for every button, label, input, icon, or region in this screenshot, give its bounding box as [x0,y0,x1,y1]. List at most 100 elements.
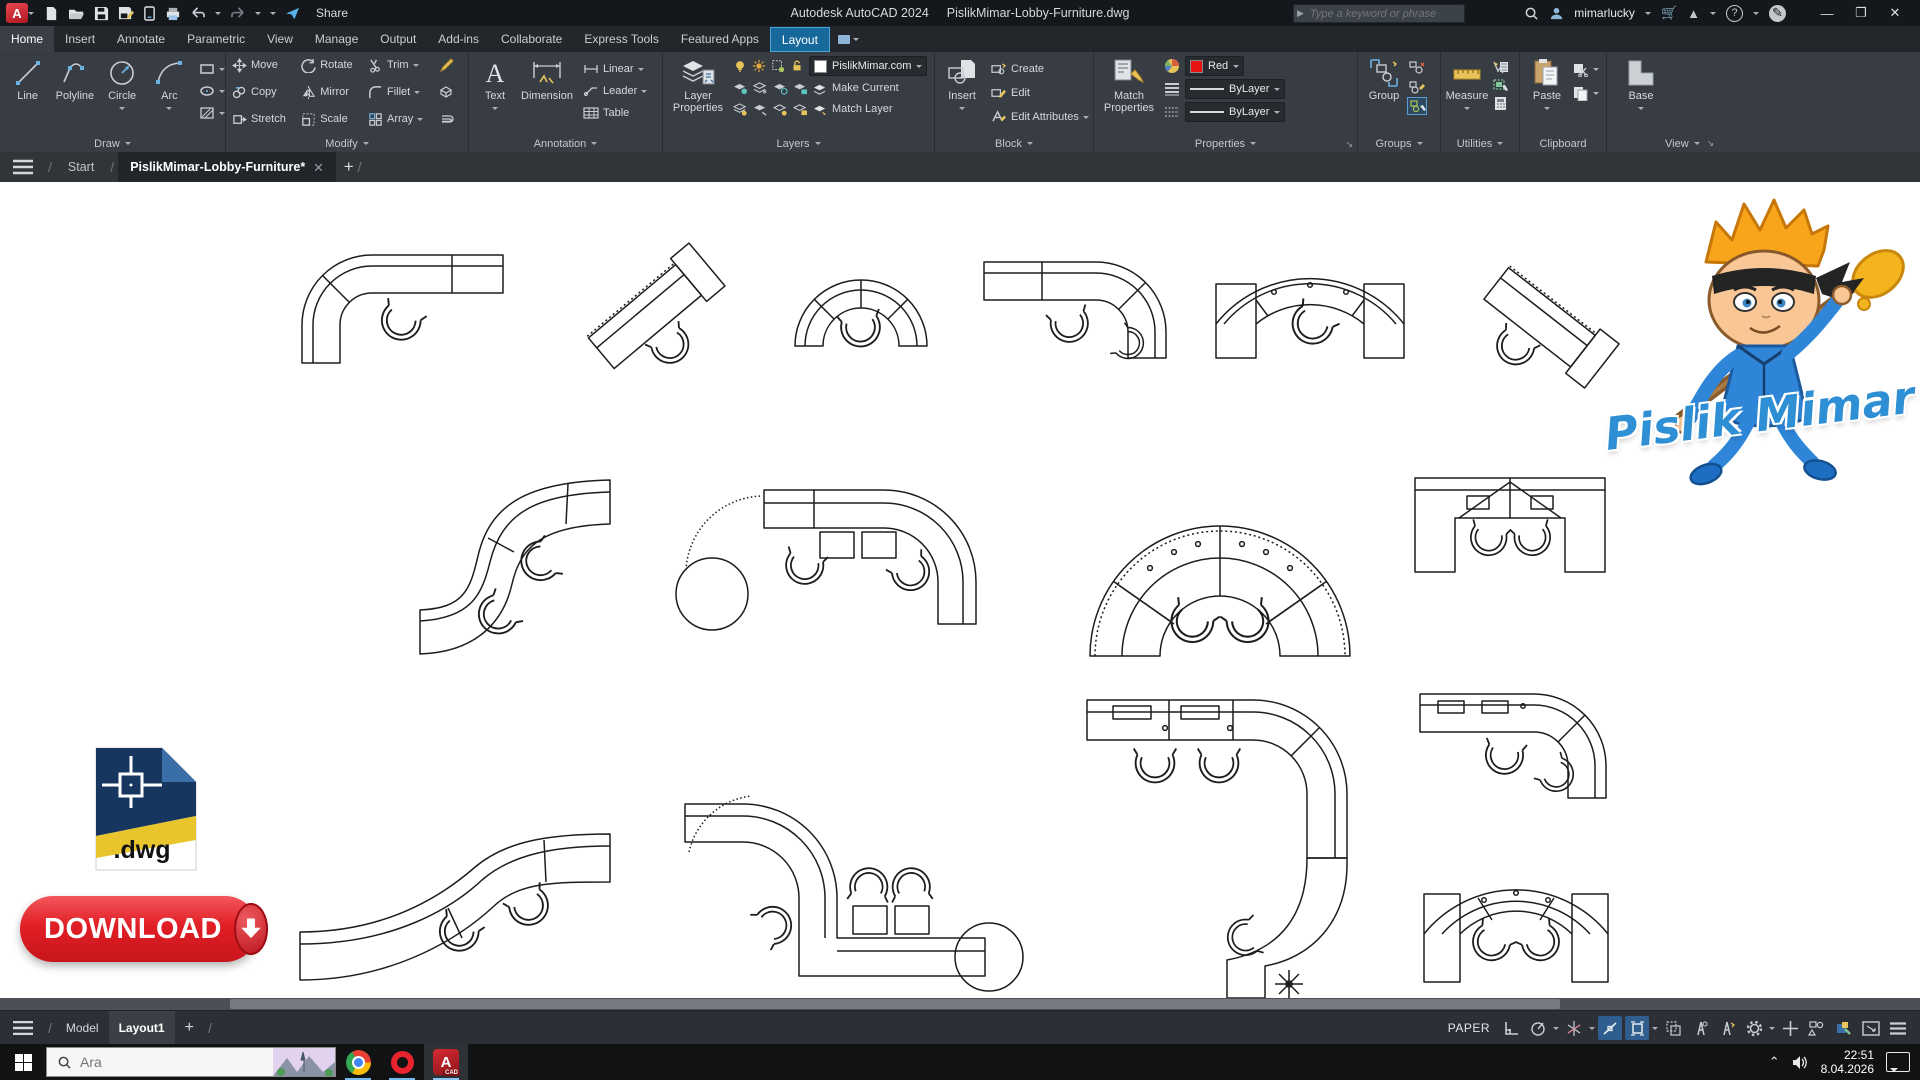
layout1-tab[interactable]: Layout1 [109,1011,175,1045]
rotate-button[interactable]: Rotate [301,56,360,74]
tab-view[interactable]: View [256,26,304,52]
match-properties-button[interactable]: Match Properties [1098,56,1160,114]
grid-display-toggle[interactable] [1499,1016,1523,1040]
leader-button[interactable]: Leader [583,82,647,100]
block-edit-button[interactable]: Edit [991,84,1089,102]
layer-on-bulb-icon[interactable] [733,59,747,73]
workspace-caret-icon[interactable] [1769,1027,1775,1033]
text-button[interactable]: A Text [475,56,515,113]
block-create-button[interactable]: Create [991,60,1089,78]
search-highlight-image[interactable] [273,1048,335,1076]
panel-view-footer[interactable]: View↘ [1607,135,1909,152]
app-menu-caret-icon[interactable] [28,12,34,18]
search-icon[interactable] [1524,6,1539,21]
object-snap-toggle[interactable] [1625,1016,1649,1040]
plot-icon[interactable] [165,6,181,21]
search-scope-arrow-icon[interactable]: ▶ [1297,8,1304,19]
dimension-button[interactable]: Dimension [515,56,579,102]
horizontal-scrollbar[interactable] [0,998,1920,1010]
ribbon-display-toggle[interactable] [838,26,859,52]
arc-button[interactable]: Arc [146,56,193,113]
osnap-tracking-toggle[interactable] [1598,1016,1622,1040]
tab-annotate[interactable]: Annotate [106,26,176,52]
paper-space-button[interactable]: PAPER [1448,1021,1490,1035]
clean-screen-toggle[interactable] [1859,1016,1883,1040]
layer-properties-button[interactable]: Layer Properties [667,56,729,114]
layer-dropdown[interactable]: PislikMimar.com [809,56,927,76]
group-button[interactable]: Group [1362,56,1406,102]
group-selection-toggle-icon[interactable] [1408,98,1426,114]
layer-fade-icon[interactable] [773,103,788,116]
taskbar-chrome-icon[interactable] [336,1044,380,1080]
workspace-gear-icon[interactable] [1742,1016,1766,1040]
panel-utilities-footer[interactable]: Utilities [1441,135,1519,152]
minimize-button[interactable]: — [1810,0,1844,26]
autodesk-icon[interactable]: ▲ [1687,6,1700,21]
layer-vpfreeze-icon[interactable] [773,82,788,95]
tab-featured-apps[interactable]: Featured Apps [670,26,770,52]
notification-center-icon[interactable] [1886,1052,1910,1072]
furniture-block[interactable] [795,280,927,350]
panel-draw-footer[interactable]: Draw [0,135,225,152]
copy-button[interactable]: Copy [232,83,293,101]
iso-caret-icon[interactable] [1589,1027,1595,1033]
furniture-block[interactable] [302,255,503,363]
furniture-block[interactable] [1415,478,1605,572]
save-icon[interactable] [94,6,109,21]
line-button[interactable]: Line [4,56,51,102]
help-icon[interactable]: ? [1726,5,1743,22]
make-current-button[interactable]: Make Current [813,79,899,97]
taskbar-search-field[interactable] [46,1047,336,1077]
furniture-block[interactable] [1090,526,1350,656]
isolate-objects-toggle[interactable] [1805,1016,1829,1040]
panel-block-footer[interactable]: Block [935,135,1093,152]
qat-customize-caret-icon[interactable] [270,12,276,18]
furniture-block[interactable] [676,490,976,630]
speaker-icon[interactable] [1792,1055,1809,1070]
furniture-block[interactable] [583,243,744,397]
crosshair-plus-icon[interactable] [1778,1016,1802,1040]
share-label[interactable]: Share [316,6,348,20]
app-store-cart-icon[interactable]: 🛒 [1661,5,1677,21]
edit-attributes-button[interactable]: Edit Attributes [991,108,1089,126]
layer-thaw-sun-icon[interactable] [752,59,766,73]
tab-home[interactable]: Home [0,26,54,52]
tab-layout[interactable]: Layout [770,27,830,52]
annotation-autoscale-toggle[interactable] [1715,1016,1739,1040]
drawing-canvas[interactable]: Pislik Mimar .dwg DOWNLOAD [0,182,1920,998]
user-caret-icon[interactable] [1645,12,1651,18]
furniture-block[interactable] [984,262,1166,365]
open-file-icon[interactable] [68,6,85,21]
base-button[interactable]: Base [1617,56,1665,113]
select-similar-icon[interactable] [1492,78,1509,93]
offset-button[interactable] [439,110,462,128]
file-tab-menu-icon[interactable] [12,159,34,175]
osnap-caret-icon[interactable] [1652,1027,1658,1033]
close-tab-icon[interactable]: ✕ [313,160,323,175]
isometric-drafting-toggle[interactable] [1562,1016,1586,1040]
panel-modify-footer[interactable]: Modify [226,135,468,152]
paste-button[interactable]: Paste [1524,56,1570,113]
cut-button[interactable] [1572,60,1599,78]
help-search-input[interactable] [1304,8,1464,20]
clock[interactable]: 22:51 8.04.2026 [1821,1048,1874,1076]
furniture-block[interactable] [420,480,610,654]
tab-output[interactable]: Output [369,26,427,52]
taskbar-opera-icon[interactable] [380,1044,424,1080]
ellipse-button[interactable] [199,82,225,100]
feedback-icon[interactable]: ✎ [1769,5,1786,22]
username-label[interactable]: mimarlucky [1574,6,1635,20]
taskbar-autocad-icon[interactable]: ACAD [424,1044,468,1080]
stretch-button[interactable]: Stretch [232,110,293,128]
circle-button[interactable]: Circle [99,56,146,113]
scrollbar-thumb[interactable] [230,999,1560,1009]
layer-off-icon[interactable] [733,82,748,95]
undo-icon[interactable] [190,6,206,20]
tab-addins[interactable]: Add-ins [427,26,490,52]
layer-isolate-icon[interactable] [771,59,785,73]
insert-button[interactable]: Insert [939,56,985,113]
tab-collaborate[interactable]: Collaborate [490,26,573,52]
fillet-button[interactable]: Fillet [368,83,431,101]
furniture-block[interactable] [1461,261,1619,411]
file-tab-start[interactable]: Start [56,152,106,182]
